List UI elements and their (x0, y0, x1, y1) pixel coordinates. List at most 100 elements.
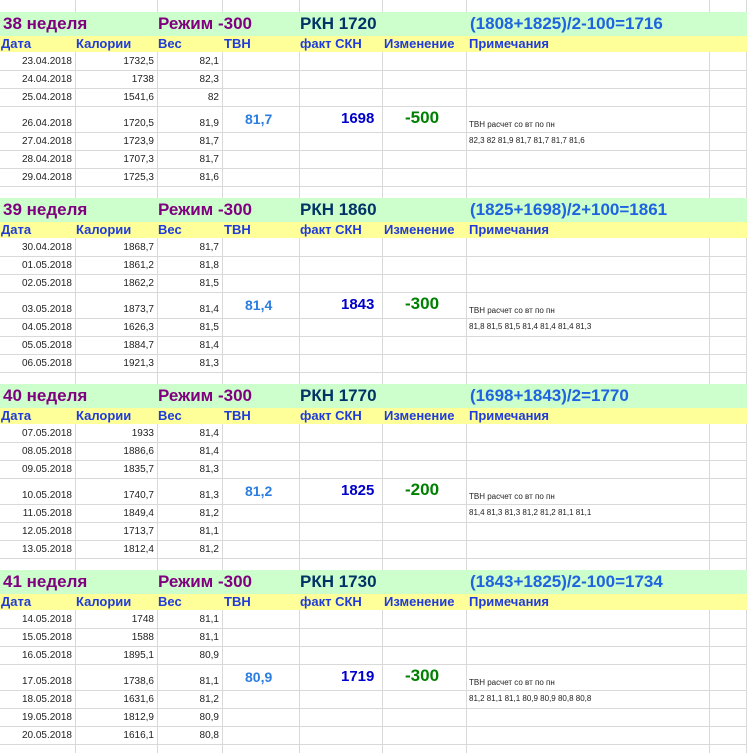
calories-cell: 1626,3 (123, 322, 154, 333)
rkn-label: РКН 1720 (300, 14, 377, 33)
weight-cell: 82,1 (199, 56, 219, 67)
note-title: ТВН расчет со вт по пн (469, 678, 555, 687)
row-gridline (0, 292, 747, 293)
column-header-weight: Вес (158, 408, 182, 423)
week-label: 38 неделя (3, 14, 88, 33)
row-gridline (0, 150, 747, 151)
row-gridline (0, 664, 747, 665)
column-header-weight: Вес (158, 222, 182, 237)
column-header-fact-skn: факт СКН (300, 36, 362, 51)
column-header-notes: Примечания (469, 594, 550, 609)
row-gridline (0, 186, 747, 187)
column-gridline (222, 0, 223, 753)
date-cell: 24.04.2018 (21, 74, 72, 85)
calories-cell: 1812,4 (123, 544, 154, 555)
weight-cell: 81,1 (199, 614, 219, 625)
tvn-value: 81,4 (245, 297, 273, 313)
weight-cell: 81,5 (199, 278, 219, 289)
column-header-fact-skn: факт СКН (300, 408, 362, 423)
column-header-notes: Примечания (469, 36, 550, 51)
calories-cell: 1868,7 (123, 242, 154, 253)
weight-cell: 81,1 (199, 676, 219, 687)
column-gridline (709, 0, 710, 753)
row-gridline (0, 478, 747, 479)
column-header-date: Дата (1, 222, 32, 237)
weight-cell: 81,1 (199, 526, 219, 537)
change-value: -500 (405, 108, 440, 127)
column-header-tvn: ТВН (224, 408, 251, 423)
weight-cell: 81,7 (199, 136, 219, 147)
weight-cell: 81,8 (199, 260, 219, 271)
column-header-date: Дата (1, 36, 32, 51)
row-gridline (0, 646, 747, 647)
tvn-value: 81,7 (245, 111, 273, 127)
weight-cell: 81,7 (199, 154, 219, 165)
note-values: 81,8 81,5 81,5 81,4 81,4 81,4 81,3 (469, 322, 592, 331)
rkn-label: РКН 1730 (300, 572, 377, 591)
row-gridline (0, 442, 747, 443)
weight-cell: 81,3 (199, 464, 219, 475)
calories-cell: 1861,2 (123, 260, 154, 271)
date-cell: 29.04.2018 (21, 172, 72, 183)
date-cell: 15.05.2018 (21, 632, 72, 643)
row-gridline (0, 460, 747, 461)
note-title: ТВН расчет со вт по пн (469, 492, 555, 501)
column-header-tvn: ТВН (224, 222, 251, 237)
calories-cell: 1725,3 (123, 172, 154, 183)
change-value: -300 (405, 294, 440, 313)
weight-cell: 82 (207, 92, 219, 103)
date-cell: 28.04.2018 (21, 154, 72, 165)
calories-cell: 1738,6 (123, 676, 154, 687)
column-header-weight: Вес (158, 36, 182, 51)
date-cell: 02.05.2018 (21, 278, 72, 289)
date-cell: 18.05.2018 (21, 694, 72, 705)
column-header-change: Изменение (384, 408, 455, 423)
calories-cell: 1812,9 (123, 712, 154, 723)
column-header-notes: Примечания (469, 408, 550, 423)
weight-cell: 81,2 (199, 694, 219, 705)
weight-cell: 82,3 (199, 74, 219, 85)
calories-cell: 1720,5 (123, 118, 154, 129)
column-header-change: Изменение (384, 594, 455, 609)
date-cell: 23.04.2018 (21, 56, 72, 67)
calories-cell: 1738 (131, 74, 154, 85)
calories-cell: 1835,7 (123, 464, 154, 475)
calories-cell: 1921,3 (123, 358, 154, 369)
row-gridline (0, 168, 747, 169)
calories-cell: 1616,1 (123, 730, 154, 741)
weight-cell: 81,4 (199, 446, 219, 457)
date-cell: 09.05.2018 (21, 464, 72, 475)
date-cell: 06.05.2018 (21, 358, 72, 369)
fact-skn-value: 1843 (341, 296, 375, 313)
tvn-value: 81,2 (245, 483, 273, 499)
change-value: -300 (405, 666, 440, 685)
column-header-change: Изменение (384, 36, 455, 51)
column-gridline (382, 0, 383, 753)
note-values: 82,3 82 81,9 81,7 81,7 81,7 81,6 (469, 136, 585, 145)
formula-label: (1698+1843)/2=1770 (470, 386, 629, 405)
date-cell: 19.05.2018 (21, 712, 72, 723)
date-cell: 03.05.2018 (21, 304, 72, 315)
rkn-label: РКН 1860 (300, 200, 377, 219)
note-values: 81,2 81,1 81,1 80,9 80,9 80,8 80,8 (469, 694, 592, 703)
date-cell: 12.05.2018 (21, 526, 72, 537)
fact-skn-value: 1719 (341, 668, 375, 685)
date-cell: 27.04.2018 (21, 136, 72, 147)
date-cell: 20.05.2018 (21, 730, 72, 741)
fact-skn-value: 1825 (341, 482, 375, 499)
formula-label: (1825+1698)/2+100=1861 (470, 200, 668, 219)
rkn-label: РКН 1770 (300, 386, 377, 405)
weight-cell: 81,4 (199, 428, 219, 439)
date-cell: 16.05.2018 (21, 650, 72, 661)
column-header-date: Дата (1, 408, 32, 423)
column-gridline (466, 0, 467, 753)
date-cell: 25.04.2018 (21, 92, 72, 103)
row-gridline (0, 132, 747, 133)
row-gridline (0, 70, 747, 71)
tvn-value: 80,9 (245, 669, 273, 685)
row-gridline (0, 256, 747, 257)
date-cell: 11.05.2018 (22, 508, 72, 519)
calories-cell: 1849,4 (123, 508, 154, 519)
weight-cell: 81,4 (199, 340, 219, 351)
mode-label: Режим -300 (158, 386, 252, 405)
